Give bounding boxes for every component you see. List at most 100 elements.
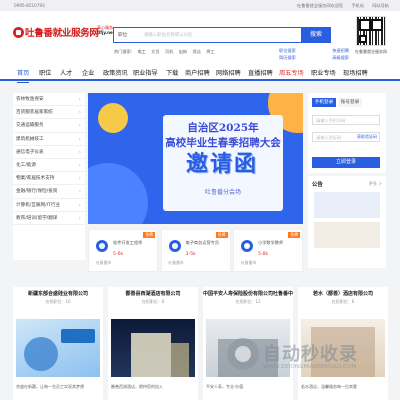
urgent-badge: 急聘 (143, 232, 155, 238)
notice-more-link[interactable]: 更多 > (369, 181, 382, 187)
job-location: 吐鲁番市 (96, 260, 112, 265)
nav-item-online-recruit[interactable]: 网络招聘 (216, 68, 241, 77)
hot-search-item[interactable]: 出纳 (179, 49, 187, 54)
category-sidebar: 农林牧渔保安 百货服装居家家纺 交通运输服务 建筑机械技工 通信电子仪表 化工/… (13, 93, 85, 260)
nav-item-live-recruit[interactable]: 直播招聘 (248, 68, 273, 77)
company-image (16, 319, 100, 377)
urgent-badge: 急聘 (215, 232, 228, 238)
company-job-count: 在招职位：12 (235, 299, 261, 304)
qr-code (356, 16, 386, 46)
mobile-site-link[interactable]: 手机站 (351, 3, 364, 9)
quick-recruit-link[interactable]: 快速招聘 (332, 47, 349, 54)
company-desc: 鄯善西湖酒店，期待您的加入 (111, 384, 163, 389)
welcome-text: 吐鲁番就业服务网欢迎您 (297, 3, 344, 8)
job-salary: 5-8k (258, 252, 269, 257)
category-item[interactable]: 计算机/互联网/IT行业 (13, 199, 85, 212)
job-salary: 5-6k (113, 252, 124, 257)
job-salary: 3-5k (185, 252, 196, 257)
category-item[interactable]: 金融/银行/保险/投资 (13, 185, 85, 199)
job-card[interactable]: 小学数学教师 5-8k 急聘 吐鲁番市 (233, 229, 303, 272)
tab-phone-login[interactable]: 手机登录 (312, 98, 336, 107)
nav-item-jobs[interactable]: 职位 (39, 68, 51, 77)
company-desc: 合盛在新疆，让每一名员工实现其梦想 (16, 384, 84, 389)
job-title: 电子商务运营专员 (185, 240, 220, 245)
logo-text: 吐鲁番就业服务网 (25, 28, 99, 39)
nav-item-career-session[interactable]: 职业专场 (311, 68, 336, 77)
nav-item-companies[interactable]: 企业 (82, 68, 94, 77)
logo-domain: tlfjy.net (97, 30, 115, 35)
job-title: 软件开发工程师 (113, 240, 143, 245)
advanced-search-link[interactable]: 高级搜索 (332, 54, 349, 61)
hot-search-item[interactable]: 焊工 (206, 49, 214, 54)
company-card[interactable]: 新疆东部合盛硅业有限公司 在招职位：16 合盛在新疆，让每一名员工实现其梦想 (13, 287, 103, 400)
hot-searches: 热门搜索: 电工 文员 司机 出纳 保洁 焊工 (114, 49, 219, 55)
category-item[interactable]: 化工/能源 (13, 159, 85, 173)
nav-item-talent[interactable]: 人才 (60, 68, 72, 77)
job-card[interactable]: 软件开发工程师 5-6k 急聘 吐鲁番市 (88, 229, 158, 272)
job-search-link[interactable]: 职位搜索 (279, 47, 296, 54)
nav-item-friday-session[interactable]: 周五专场 (279, 68, 304, 77)
logo-slogan: 真心服务 tlfjy.net (97, 25, 115, 35)
site-logo[interactable]: 吐鲁番就业服务网 真心服务 tlfjy.net (13, 25, 115, 45)
category-item[interactable]: 建筑机械技工 (13, 133, 85, 146)
category-item[interactable]: 农林牧渔保安 (13, 93, 85, 107)
get-code-link[interactable]: 获取验证码 (357, 132, 377, 142)
banner-decoration (98, 103, 128, 133)
company-logo-icon (241, 240, 253, 252)
urgent-badge: 急聘 (288, 232, 300, 238)
hot-search-item[interactable]: 文员 (151, 49, 159, 54)
watermark-url: WWW.ZIDONGMIAOSHOULU.COM (263, 364, 357, 370)
notice-heading: 公告 (312, 182, 323, 188)
company-job-count: 在招职位：8 (141, 299, 165, 304)
login-tabs: 手机登录 账号登录 (312, 98, 362, 107)
category-item[interactable]: 通信电子仪表 (13, 146, 85, 159)
category-item[interactable]: 教育/培训/留学/翻译 (13, 212, 85, 225)
logo-icon (13, 27, 24, 38)
hot-search-item[interactable]: 保洁 (192, 49, 200, 54)
search-input[interactable]: 请输入职位名称或公司名 (144, 32, 192, 38)
notice-image[interactable] (314, 222, 380, 248)
nav-item-download[interactable]: 下载 (166, 68, 178, 77)
hot-search-item[interactable]: 电工 (138, 49, 146, 54)
company-card[interactable]: 鄯善县西湖酒店有限公司 在招职位：8 鄯善西湖酒店，期待您的加入 (108, 287, 198, 400)
banner-title: 自治区2025年 高校毕业生春季招聘大会 (165, 122, 281, 149)
hot-search-item[interactable]: 司机 (165, 49, 173, 54)
nav-item-policy-news[interactable]: 政策资讯 (103, 68, 128, 77)
qr-caption: 吐鲁番就业服务网 (355, 49, 387, 54)
header: 吐鲁番就业服务网 真心服务 tlfjy.net 职位 请输入职位名称或公司名 搜… (0, 11, 400, 61)
company-job-count: 在招职位：16 (45, 299, 71, 304)
nav-item-merchant-recruit[interactable]: 商户招聘 (185, 68, 210, 77)
job-location: 吐鲁番市 (168, 260, 184, 265)
main-nav: 首页 职位 人才 企业 政策资讯 职业指导 下载 商户招聘 网络招聘 直播招聘 … (0, 61, 400, 83)
company-name: 新疆东部合盛硅业有限公司 (27, 291, 88, 297)
category-item[interactable]: 物業/家居技术支持 (13, 172, 85, 186)
job-location: 吐鲁番市 (241, 260, 257, 265)
tab-account-login[interactable]: 账号登录 (338, 98, 362, 107)
company-name: 中国平安人寿保险股份有限公司吐鲁番中 (203, 291, 294, 297)
site-nav-link[interactable]: 网站导航 (372, 3, 389, 9)
phone-input[interactable]: 请输入手机号码 (312, 115, 380, 125)
job-card[interactable]: 电子商务运营专员 3-5k 急聘 吐鲁番市 (160, 229, 231, 272)
nav-item-onsite-recruit[interactable]: 现场招聘 (343, 68, 368, 77)
nav-item-home[interactable]: 首页 (17, 68, 30, 83)
company-logo-icon (96, 240, 108, 252)
login-panel: 手机登录 账号登录 请输入手机号码 请输入验证码 获取验证码 立即登录 (308, 93, 386, 173)
hero-banner[interactable]: 自治区2025年 高校毕业生春季招聘大会 邀请函 吐鲁番分会场 (88, 93, 303, 224)
company-logo-icon (168, 240, 181, 252)
job-title: 小学数学教师 (258, 240, 284, 245)
login-button[interactable]: 立即登录 (312, 157, 380, 168)
search-type-select[interactable]: 职位 (118, 32, 127, 38)
search-bar: 职位 请输入职位名称或公司名 搜索 (113, 27, 331, 43)
resume-search-link[interactable]: 简历搜索 (279, 54, 296, 61)
notice-image[interactable] (314, 192, 380, 218)
company-name: 鄯善县西湖酒店有限公司 (125, 291, 181, 297)
notice-panel: 公告 更多 > (308, 176, 386, 268)
nav-item-career-guide[interactable]: 职业指导 (133, 68, 158, 77)
search-button[interactable]: 搜索 (301, 27, 331, 43)
banner-headline: 邀请函 (185, 152, 258, 177)
category-item[interactable]: 百货服装居家家纺 (13, 106, 85, 120)
hot-search-label: 热门搜索: (114, 49, 133, 54)
category-item[interactable]: 交通运输服务 (13, 119, 85, 133)
hotline-phone: 0995-8510793 (14, 3, 45, 8)
site-watermark: 自动秒收录 WWW.ZIDONGMIAOSHOULU.COM (227, 338, 397, 388)
